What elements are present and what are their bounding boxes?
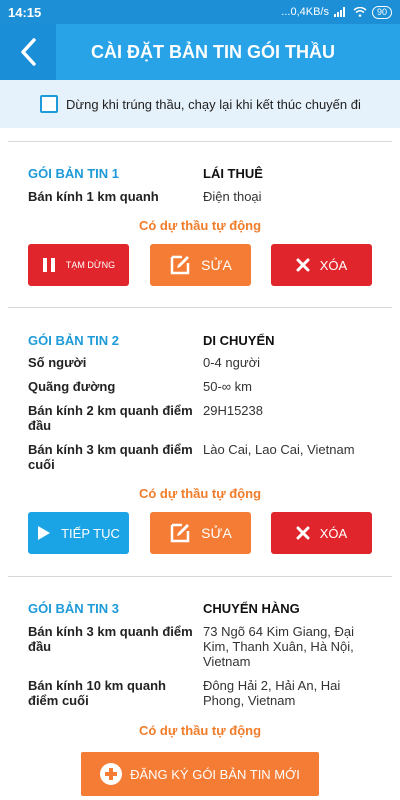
- status-icons: ...0,4KB/s 90: [281, 5, 392, 19]
- battery-icon: 90: [371, 5, 392, 19]
- row-label: Bán kính 3 km quanh điểm đầu: [28, 624, 193, 654]
- back-button[interactable]: [0, 24, 56, 80]
- row-value: Đông Hải 2, Hải An, Hai Phong, Vietnam: [203, 678, 341, 708]
- row-value: 73 Ngõ 64 Kim Giang, Đại Kim, Thanh Xuân…: [203, 624, 355, 669]
- row-value: Lào Cai, Lao Cai, Vietnam: [203, 442, 355, 457]
- edit-icon: [170, 523, 190, 543]
- close-icon: [296, 526, 310, 540]
- network-speed: ...0,4KB/s: [281, 6, 329, 18]
- package-service: LÁI THUÊ: [203, 166, 263, 181]
- stop-on-win-checkbox[interactable]: [40, 95, 58, 113]
- edit-label: SỬA: [201, 525, 232, 541]
- register-label: ĐĂNG KÝ GÓI BẢN TIN MỚI: [130, 766, 300, 782]
- clock: 14:15: [8, 4, 42, 20]
- row-label: Số người: [28, 355, 87, 370]
- delete-button[interactable]: XÓA: [271, 244, 372, 286]
- divider: [8, 576, 392, 577]
- close-icon: [296, 258, 310, 272]
- row-label: Bán kính 2 km quanh điểm đầu: [28, 403, 193, 433]
- package-name: GÓI BẢN TIN 2: [28, 333, 120, 348]
- row-value: Điện thoại: [203, 189, 262, 204]
- delete-button[interactable]: XÓA: [271, 512, 372, 554]
- status-bar: 14:15 ...0,4KB/s 90: [0, 0, 400, 24]
- auto-bid-label: Có dự thầu tự động: [138, 486, 262, 501]
- row-value: 29H15238: [203, 403, 263, 418]
- play-icon: [38, 526, 51, 540]
- row-label: Quãng đường: [28, 379, 116, 394]
- auto-bid-label: Có dự thầu tự động: [138, 218, 262, 233]
- signal-icon: [333, 7, 345, 17]
- pause-label: TẠM DỪNG: [65, 260, 116, 270]
- page-title: CÀI ĐẶT BẢN TIN GÓI THẦU: [91, 41, 335, 62]
- edit-label: SỬA: [201, 257, 232, 273]
- stop-option-label: Dừng khi trúng thầu, chạy lại khi kết th…: [66, 96, 361, 112]
- package-name: GÓI BẢN TIN 3: [28, 601, 120, 616]
- row-label: Bán kính 10 km quanh điểm cuối: [28, 678, 166, 708]
- stop-option-row[interactable]: Dừng khi trúng thầu, chạy lại khi kết th…: [0, 80, 400, 128]
- pause-icon: [42, 258, 55, 272]
- delete-label: XÓA: [319, 525, 348, 541]
- plus-circle-icon: [100, 763, 123, 785]
- resume-button[interactable]: TIẾP TỤC: [28, 512, 129, 554]
- resume-label: TIẾP TỤC: [61, 525, 120, 541]
- divider: [8, 307, 392, 308]
- row-label: Bán kính 3 km quanh điểm cuối: [28, 442, 193, 472]
- row-label: Bán kính 1 km quanh: [28, 189, 159, 204]
- edit-button[interactable]: SỬA: [150, 244, 251, 286]
- package-service: DI CHUYỂN: [203, 333, 275, 348]
- app-header: CÀI ĐẶT BẢN TIN GÓI THẦU: [0, 24, 400, 80]
- row-value: 0-4 người: [203, 355, 260, 370]
- divider: [8, 141, 392, 142]
- edit-button[interactable]: SỬA: [150, 512, 251, 554]
- delete-label: XÓA: [319, 257, 348, 273]
- pause-button[interactable]: TẠM DỪNG: [28, 244, 129, 286]
- row-value: 50-∞ km: [203, 379, 252, 394]
- chevron-left-icon: [21, 38, 36, 66]
- package-name: GÓI BẢN TIN 1: [28, 166, 120, 181]
- wifi-icon: [353, 7, 367, 17]
- edit-icon: [170, 255, 190, 275]
- register-new-package-button[interactable]: ĐĂNG KÝ GÓI BẢN TIN MỚI: [81, 752, 319, 796]
- package-service: CHUYỂN HÀNG: [203, 601, 300, 616]
- auto-bid-label: Có dự thầu tự động: [138, 723, 262, 738]
